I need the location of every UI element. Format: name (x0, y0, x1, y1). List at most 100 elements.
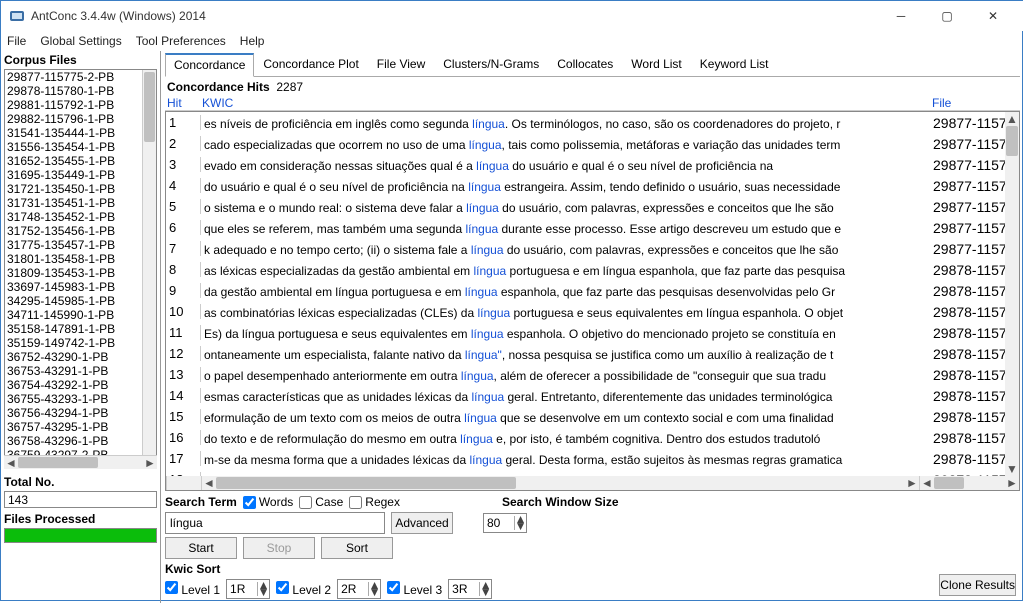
corpus-file-item[interactable]: 36754-43292-1-PB (5, 378, 156, 392)
result-row[interactable]: 9da gestão ambiental em língua portugues… (166, 280, 1019, 301)
tab-collocates[interactable]: Collocates (548, 53, 622, 77)
result-row[interactable]: 11Es) da língua portuguesa e seus equiva… (166, 322, 1019, 343)
files-processed-label: Files Processed (4, 512, 157, 526)
corpus-file-item[interactable]: 29878-115780-1-PB (5, 84, 156, 98)
level1-checkbox[interactable]: Level 1 (165, 581, 220, 597)
level3-checkbox[interactable]: Level 3 (387, 581, 442, 597)
corpus-file-item[interactable]: 31556-135454-1-PB (5, 140, 156, 154)
result-row[interactable]: 13o papel desempenhado anteriormente em … (166, 364, 1019, 385)
corpus-file-item[interactable]: 31748-135452-1-PB (5, 210, 156, 224)
results-hscrollbar[interactable]: ◄► ◄► (166, 476, 1019, 490)
corpus-file-item[interactable]: 36756-43294-1-PB (5, 406, 156, 420)
maximize-button[interactable]: ▢ (924, 1, 970, 31)
corpus-file-item[interactable]: 35159-149742-1-PB (5, 336, 156, 350)
result-row[interactable]: 3evado em consideração nessas situações … (166, 154, 1019, 175)
corpus-file-item[interactable]: 36758-43296-1-PB (5, 434, 156, 448)
corpus-files-label: Corpus Files (4, 53, 157, 67)
corpus-file-item[interactable]: 36757-43295-1-PB (5, 420, 156, 434)
hit-number: 9 (166, 283, 201, 298)
kwic-text: es níveis de proficiência em inglês como… (201, 115, 933, 131)
corpus-file-item[interactable]: 31809-135453-1-PB (5, 266, 156, 280)
corpus-file-item[interactable]: 31775-135457-1-PB (5, 238, 156, 252)
file-list-scrollbar[interactable] (142, 70, 156, 468)
menu-bar: File Global Settings Tool Preferences He… (1, 31, 1023, 51)
corpus-file-item[interactable]: 34711-145990-1-PB (5, 308, 156, 322)
corpus-file-item[interactable]: 31731-135451-1-PB (5, 196, 156, 210)
result-row[interactable]: 2cado especializadas que ocorrem no uso … (166, 133, 1019, 154)
file-list-hscrollbar[interactable]: ◄ ► (4, 455, 157, 469)
result-row[interactable]: 10as combinatórias léxicas especializada… (166, 301, 1019, 322)
header-file[interactable]: File (932, 96, 1018, 110)
corpus-file-item[interactable]: 29877-115775-2-PB (5, 70, 156, 84)
corpus-file-item[interactable]: 31695-135449-1-PB (5, 168, 156, 182)
kwic-text: Es) da língua portuguesa e seus equivale… (201, 325, 933, 341)
corpus-file-item[interactable]: 33697-145983-1-PB (5, 280, 156, 294)
level3-spinner[interactable]: ▲▼ (448, 579, 492, 599)
sort-button[interactable]: Sort (321, 537, 393, 559)
tab-word-list[interactable]: Word List (622, 53, 690, 77)
result-row[interactable]: 8as léxicas especializadas da gestão amb… (166, 259, 1019, 280)
tab-clusters-n-grams[interactable]: Clusters/N-Grams (434, 53, 548, 77)
result-row[interactable]: 1es níveis de proficiência em inglês com… (166, 112, 1019, 133)
close-button[interactable]: ✕ (970, 1, 1016, 31)
header-kwic[interactable]: KWIC (202, 96, 932, 110)
menu-file[interactable]: File (7, 34, 26, 48)
result-row[interactable]: 15eformulação de um texto com os meios d… (166, 406, 1019, 427)
level1-spinner[interactable]: ▲▼ (226, 579, 270, 599)
window-size-label: Search Window Size (502, 495, 619, 509)
corpus-file-item[interactable]: 36752-43290-1-PB (5, 350, 156, 364)
corpus-file-item[interactable]: 36755-43293-1-PB (5, 392, 156, 406)
tab-keyword-list[interactable]: Keyword List (691, 53, 778, 77)
kwic-text: o papel desempenhado anteriormente em ou… (201, 367, 933, 383)
result-row[interactable]: 14esmas características que as unidades … (166, 385, 1019, 406)
search-input[interactable] (165, 512, 385, 534)
menu-global-settings[interactable]: Global Settings (40, 34, 121, 48)
corpus-file-item[interactable]: 35158-147891-1-PB (5, 322, 156, 336)
level2-spinner[interactable]: ▲▼ (337, 579, 381, 599)
window-size-spinner[interactable]: ▲▼ (483, 513, 527, 533)
hit-number: 11 (166, 325, 201, 340)
results-pane[interactable]: 1es níveis de proficiência em inglês com… (165, 111, 1020, 491)
corpus-file-item[interactable]: 31721-135450-1-PB (5, 182, 156, 196)
kwic-text: cado especializadas que ocorrem no uso d… (201, 136, 933, 152)
corpus-file-item[interactable]: 31752-135456-1-PB (5, 224, 156, 238)
result-row[interactable]: 4do usuário e qual é o seu nível de prof… (166, 175, 1019, 196)
corpus-file-item[interactable]: 29882-115796-1-PB (5, 112, 156, 126)
case-checkbox[interactable]: Case (299, 495, 343, 509)
result-row[interactable]: 5o sistema e o mundo real: o sistema dev… (166, 196, 1019, 217)
result-row[interactable]: 16do texto e de reformulação do mesmo em… (166, 427, 1019, 448)
tab-concordance[interactable]: Concordance (165, 53, 254, 77)
hit-number: 8 (166, 262, 201, 277)
menu-tool-preferences[interactable]: Tool Preferences (136, 34, 226, 48)
header-hit[interactable]: Hit (167, 96, 202, 110)
result-row[interactable]: 7k adequado e no tempo certo; (ii) o sis… (166, 238, 1019, 259)
tab-file-view[interactable]: File View (368, 53, 434, 77)
corpus-file-item[interactable]: 31801-135458-1-PB (5, 252, 156, 266)
minimize-button[interactable]: ─ (878, 1, 924, 31)
hit-number: 17 (166, 451, 201, 466)
level2-checkbox[interactable]: Level 2 (276, 581, 331, 597)
clone-results-button[interactable]: Clone Results (939, 574, 1016, 596)
result-row[interactable]: 12ontaneamente um especialista, falante … (166, 343, 1019, 364)
kwic-text: esmas características que as unidades lé… (201, 388, 933, 404)
hit-number: 4 (166, 178, 201, 193)
corpus-file-item[interactable]: 36753-43291-1-PB (5, 364, 156, 378)
hit-number: 7 (166, 241, 201, 256)
corpus-file-item[interactable]: 31541-135444-1-PB (5, 126, 156, 140)
words-checkbox[interactable]: Words (243, 495, 293, 509)
stop-button[interactable]: Stop (243, 537, 315, 559)
regex-checkbox[interactable]: Regex (349, 495, 400, 509)
start-button[interactable]: Start (165, 537, 237, 559)
kwic-text: do usuário e qual é o seu nível de profi… (201, 178, 933, 194)
advanced-button[interactable]: Advanced (391, 512, 453, 534)
corpus-file-item[interactable]: 34295-145985-1-PB (5, 294, 156, 308)
corpus-file-list[interactable]: 29877-115775-2-PB29878-115780-1-PB29881-… (4, 69, 157, 469)
kwic-text: evado em consideração nessas situações q… (201, 157, 933, 173)
tab-concordance-plot[interactable]: Concordance Plot (254, 53, 367, 77)
corpus-file-item[interactable]: 29881-115792-1-PB (5, 98, 156, 112)
result-row[interactable]: 17m-se da mesma forma que a unidades léx… (166, 448, 1019, 469)
results-vscrollbar[interactable]: ▲ ▼ (1005, 112, 1019, 476)
result-row[interactable]: 6que eles se referem, mas também uma seg… (166, 217, 1019, 238)
corpus-file-item[interactable]: 31652-135455-1-PB (5, 154, 156, 168)
menu-help[interactable]: Help (240, 34, 265, 48)
